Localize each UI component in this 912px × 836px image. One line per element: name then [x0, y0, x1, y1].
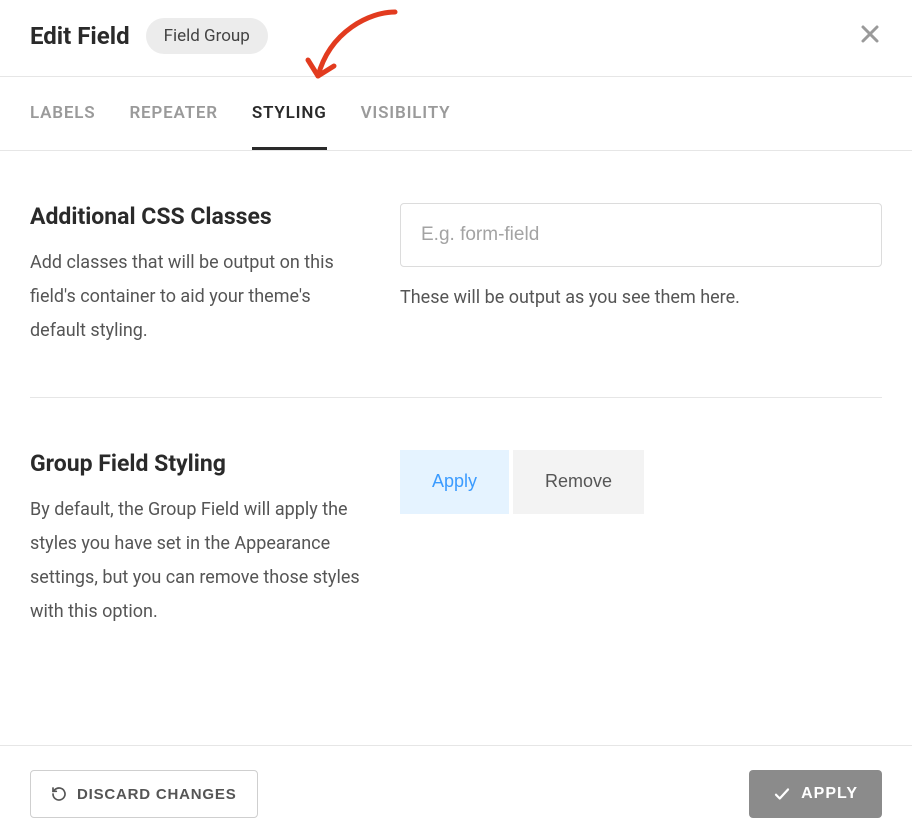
- group-styling-description: By default, the Group Field will apply t…: [30, 493, 360, 630]
- css-classes-heading: Additional CSS Classes: [30, 203, 360, 230]
- discard-changes-button[interactable]: DISCARD CHANGES: [30, 770, 258, 818]
- css-classes-input[interactable]: [400, 203, 882, 267]
- group-styling-heading: Group Field Styling: [30, 450, 360, 477]
- modal-title: Edit Field: [30, 22, 130, 50]
- field-type-pill: Field Group: [146, 18, 268, 54]
- close-button[interactable]: [858, 22, 882, 46]
- check-icon: [773, 785, 791, 803]
- apply-label: APPLY: [801, 785, 858, 803]
- group-styling-toggle: Apply Remove: [400, 450, 882, 514]
- tab-content: Additional CSS Classes Add classes that …: [0, 151, 912, 677]
- section-group-styling: Group Field Styling By default, the Grou…: [30, 398, 882, 678]
- tab-bar: LABELS REPEATER STYLING VISIBILITY: [0, 77, 912, 151]
- group-styling-apply-option[interactable]: Apply: [400, 450, 509, 514]
- modal-header: Edit Field Field Group: [0, 0, 912, 77]
- undo-icon: [51, 786, 67, 802]
- discard-label: DISCARD CHANGES: [77, 786, 237, 803]
- tab-repeater[interactable]: REPEATER: [129, 77, 217, 150]
- css-classes-helper: These will be output as you see them her…: [400, 287, 882, 308]
- modal-footer: DISCARD CHANGES APPLY: [0, 745, 912, 836]
- css-classes-description: Add classes that will be output on this …: [30, 246, 360, 349]
- close-icon: [858, 22, 882, 46]
- tab-visibility[interactable]: VISIBILITY: [361, 77, 451, 150]
- section-additional-css: Additional CSS Classes Add classes that …: [30, 151, 882, 398]
- tab-labels[interactable]: LABELS: [30, 77, 95, 150]
- group-styling-remove-option[interactable]: Remove: [513, 450, 644, 514]
- apply-button[interactable]: APPLY: [749, 770, 882, 818]
- tab-styling[interactable]: STYLING: [252, 77, 327, 150]
